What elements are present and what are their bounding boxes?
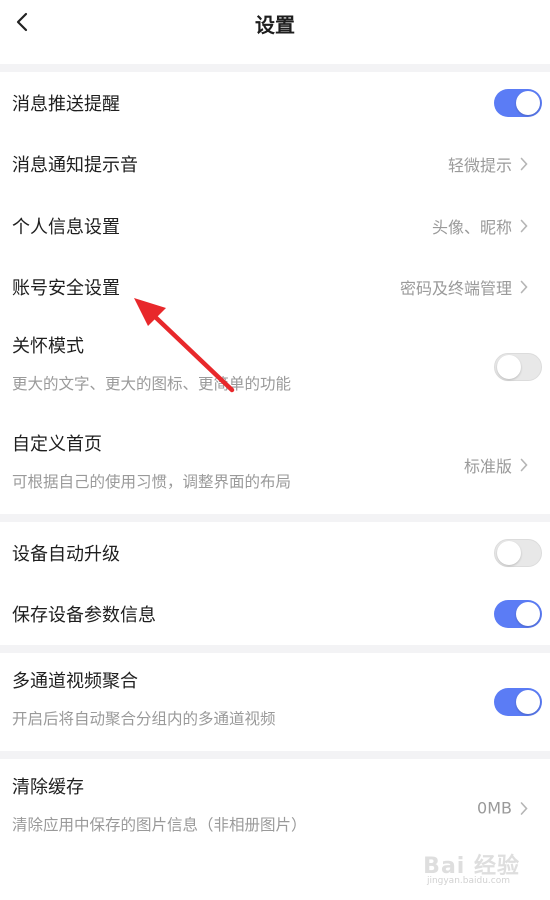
setting-account-security[interactable]: 账号安全设置 密码及终端管理 — [0, 256, 550, 318]
setting-label: 清除缓存 — [12, 777, 84, 798]
setting-label: 消息通知提示音 — [12, 155, 138, 177]
header-bar: 设置 — [0, 0, 550, 64]
setting-label: 账号安全设置 — [12, 278, 120, 300]
section-divider — [0, 514, 550, 522]
toggle-knob — [497, 540, 521, 565]
multichannel-toggle[interactable] — [494, 688, 542, 716]
setting-custom-home[interactable]: 自定义首页 可根据自己的使用习惯，调整界面的布局 标准版 — [0, 416, 550, 514]
setting-device-auto-upgrade[interactable]: 设备自动升级 — [0, 522, 550, 584]
setting-label: 消息推送提醒 — [12, 93, 120, 115]
toggle-knob — [516, 90, 540, 115]
chevron-right-icon — [520, 800, 530, 816]
watermark-url: jingyan.baidu.com — [426, 876, 510, 886]
setting-value: 标准版 — [463, 457, 512, 476]
section-divider — [0, 751, 550, 759]
setting-label: 保存设备参数信息 — [12, 605, 156, 627]
toggle-knob — [516, 602, 540, 627]
toggle-knob — [516, 690, 540, 714]
care-mode-toggle[interactable] — [494, 353, 542, 381]
chevron-right-icon — [520, 279, 530, 295]
setting-label: 设备自动升级 — [12, 543, 120, 565]
setting-notification-sound[interactable]: 消息通知提示音 轻微提示 — [0, 133, 550, 195]
page-title: 设置 — [255, 13, 295, 37]
setting-description: 更大的文字、更大的图标、更简单的功能 — [12, 375, 292, 393]
chevron-right-icon — [520, 156, 530, 172]
setting-label: 多通道视频聚合 — [12, 671, 138, 692]
setting-clear-cache[interactable]: 清除缓存 清除应用中保存的图片信息（非相册图片） 0MB — [0, 759, 550, 857]
push-reminder-toggle[interactable] — [494, 88, 542, 117]
setting-value: 轻微提示 — [447, 156, 512, 176]
save-params-toggle[interactable] — [494, 600, 542, 629]
setting-label: 个人信息设置 — [12, 216, 120, 238]
section-divider — [0, 645, 550, 653]
setting-care-mode[interactable]: 关怀模式 更大的文字、更大的图标、更简单的功能 — [0, 318, 550, 416]
auto-upgrade-toggle[interactable] — [494, 538, 542, 567]
setting-value: 0MB — [477, 798, 512, 818]
setting-push-reminder[interactable]: 消息推送提醒 — [0, 72, 550, 134]
setting-label: 自定义首页 — [12, 434, 102, 455]
setting-save-device-params[interactable]: 保存设备参数信息 — [0, 583, 550, 645]
chevron-right-icon — [520, 218, 530, 234]
setting-value: 头像、昵称 — [431, 217, 512, 237]
setting-multichannel-video[interactable]: 多通道视频聚合 开启后将自动聚合分组内的多通道视频 — [0, 653, 550, 751]
setting-description: 可根据自己的使用习惯，调整界面的布局 — [12, 473, 292, 491]
setting-value: 密码及终端管理 — [399, 279, 512, 299]
setting-description: 开启后将自动聚合分组内的多通道视频 — [12, 710, 276, 728]
setting-description: 清除应用中保存的图片信息（非相册图片） — [12, 816, 307, 834]
setting-label: 关怀模式 — [12, 336, 84, 357]
setting-personal-info[interactable]: 个人信息设置 头像、昵称 — [0, 195, 550, 257]
section-divider — [0, 64, 550, 72]
chevron-right-icon — [520, 457, 530, 473]
toggle-knob — [497, 355, 521, 379]
